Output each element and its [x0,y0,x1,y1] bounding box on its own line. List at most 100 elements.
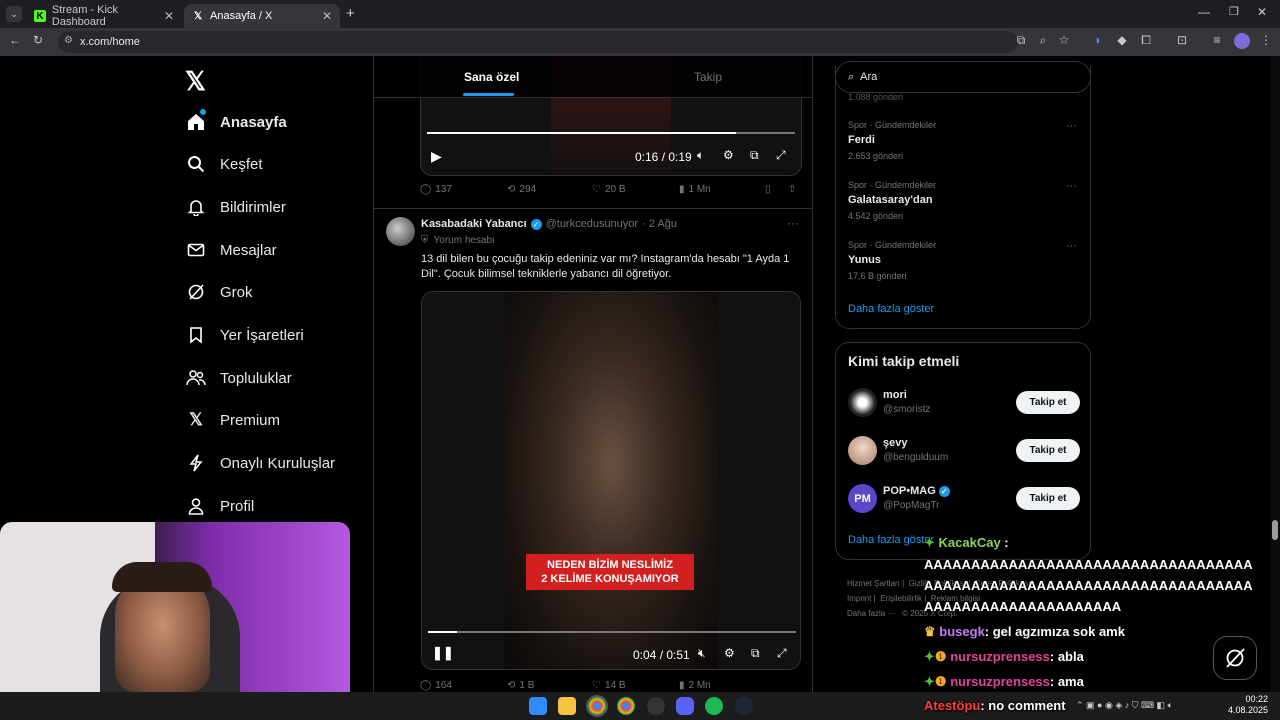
obs-icon[interactable] [647,697,665,715]
profile-avatar[interactable] [1234,33,1250,49]
sidebar-item-verified-orgs[interactable]: Onaylı Kuruluşlar [186,445,335,481]
show-more-link[interactable]: Daha fazla göster [848,534,934,546]
reload-icon[interactable]: ↻ [30,33,46,47]
more-options-icon[interactable]: ··· [1066,180,1077,192]
pause-icon[interactable]: ❚❚ [432,645,454,661]
chrome-icon[interactable] [617,697,635,715]
like-button[interactable]: ♡ 20 B [592,184,626,195]
follow-button[interactable]: Takip et [1016,391,1080,414]
chrome-icon[interactable] [586,695,608,717]
video-progress-track[interactable] [427,132,795,134]
scrollbar-thumb[interactable] [1272,520,1278,540]
grok-floating-button[interactable] [1213,636,1257,680]
extension-icon[interactable]: ◗ [1090,33,1106,47]
tab-for-you[interactable]: Sana özel [464,70,519,84]
spotify-icon[interactable] [705,697,723,715]
video-progress-track[interactable] [428,631,796,633]
fullscreen-icon[interactable]: ⤢ [777,646,787,661]
author-handle[interactable]: @turkcedusunuyor [546,218,639,230]
sidebar-item-notifications[interactable]: Bildirimler [186,189,286,225]
sidebar-item-grok[interactable]: Grok [186,274,253,310]
reply-button[interactable]: ◯ 137 [420,184,452,195]
like-button[interactable]: ♡ 14 B [592,680,626,691]
share-button[interactable]: ⇧ [788,184,796,195]
zoom-icon[interactable]: ⌕ [1035,33,1051,48]
fullscreen-icon[interactable]: ⤢ [776,148,786,163]
picture-in-picture-icon[interactable]: ⧉ [750,148,759,163]
steam-icon[interactable] [735,697,753,715]
sidebar-item-messages[interactable]: Mesajlar [186,232,277,268]
new-tab-icon[interactable]: + [346,5,355,22]
repost-button[interactable]: ⟲ 1 B [507,680,534,691]
media-control-icon[interactable]: ≡ [1209,33,1225,47]
footer-link[interactable]: Imprint [847,594,871,603]
minimize-icon[interactable]: — [1198,5,1210,19]
more-options-icon[interactable]: ··· [1066,240,1077,252]
back-icon[interactable]: ← [7,33,23,47]
tray-icons[interactable]: ⌃ ▣ ● ◉ ◈ ♪ ⛉ ⌨ ◧ 🔈︎ [1076,700,1173,711]
sidebar-item-profile[interactable]: Profil [186,488,254,524]
settings-icon[interactable]: ⚙ [723,148,734,162]
sidebar-item-bookmarks[interactable]: Yer İşaretleri [186,317,304,353]
bookmark-star-icon[interactable]: ☆ [1056,33,1072,47]
more-options-icon[interactable]: ··· [1066,120,1077,132]
volume-icon[interactable]: 🔈︎ [697,148,704,163]
tab-group-icon[interactable]: ⊡ [1174,33,1190,47]
footer-link[interactable]: Daha fazla ··· [847,609,895,618]
tab-search-icon[interactable]: ⌄ [6,6,22,22]
sidebar-item-explore[interactable]: Keşfet [186,146,263,182]
start-menu-icon[interactable] [529,697,547,715]
tab-kick-dashboard[interactable]: K Stream - Kick Dashboard ✕ [26,4,182,28]
clock-date[interactable]: 4.08.2025 [1220,705,1268,715]
post-date[interactable]: · 2 Ağu [642,218,677,230]
close-icon[interactable]: ✕ [164,9,174,23]
tab-x-home[interactable]: 𝕏 Anasayfa / X ✕ [184,4,340,28]
footer-link[interactable]: Erişilebilirlik [880,594,922,603]
video-player[interactable]: NEDEN BİZİM NESLİMİZ 2 KELİME KONUŞAMIYO… [421,291,801,670]
trend-count: 1.088 gönderi [848,92,904,102]
install-app-icon[interactable]: ⧉ [1013,33,1029,48]
views-button[interactable]: ▮ 2 Mn [679,680,711,691]
avatar[interactable] [848,436,877,465]
search-input[interactable]: ⌕ Ara [835,61,1091,93]
repost-button[interactable]: ⟲ 294 [507,184,536,195]
views-button[interactable]: ▮ 1 Mn [679,184,711,195]
file-explorer-icon[interactable] [558,697,576,715]
chat-message: ✦❶ nursuzprensess: ama [924,674,1084,690]
follow-button[interactable]: Takip et [1016,487,1080,510]
picture-in-picture-icon[interactable]: ⧉ [751,646,760,661]
avatar[interactable] [386,217,415,246]
footer-link[interactable]: Hizmet Şartları [847,579,900,588]
sidebar-item-communities[interactable]: Topluluklar [186,360,292,396]
x-logo-icon[interactable]: 𝕏 [185,66,206,97]
follow-button[interactable]: Takip et [1016,439,1080,462]
scrollbar[interactable] [1270,56,1280,692]
repost-count: 1 B [519,680,535,691]
menu-icon[interactable]: ⋮ [1258,33,1274,47]
site-info-icon[interactable]: ⚙ [64,35,73,46]
close-window-icon[interactable]: ✕ [1257,5,1267,19]
close-icon[interactable]: ✕ [322,9,332,23]
address-bar[interactable]: ⚙ x.com/home [58,31,1018,53]
sidebar-item-home[interactable]: Anasayfa [186,104,287,140]
post-text-line: Dil". Çocuk bilimsel tekniklerle yabancı… [421,268,672,280]
extensions-puzzle-icon[interactable]: ⧠ [1138,33,1154,48]
mute-icon[interactable]: 🔇︎ [698,646,706,661]
discord-icon[interactable] [676,697,694,715]
sidebar-item-label: Premium [220,411,281,429]
avatar[interactable] [848,388,877,417]
reply-button[interactable]: ◯ 164 [420,680,452,691]
settings-icon[interactable]: ⚙ [724,646,735,660]
clock-time[interactable]: 00:22 [1232,694,1268,704]
subscriber-badge-icon: ❶ [934,649,951,664]
more-options-icon[interactable]: ··· [787,216,799,230]
extension-icon[interactable]: ◆ [1114,33,1130,47]
show-more-link[interactable]: Daha fazla göster [848,303,934,315]
avatar[interactable]: PM [848,484,877,513]
maximize-icon[interactable]: ❐ [1229,5,1239,18]
author-name[interactable]: Kasabadaki Yabancı [421,218,527,230]
tab-following[interactable]: Takip [694,70,722,84]
bookmark-button[interactable]: ▯ [765,184,771,195]
sidebar-item-premium[interactable]: 𝕏 Premium [186,402,280,438]
play-icon[interactable]: ▶ [431,148,442,165]
